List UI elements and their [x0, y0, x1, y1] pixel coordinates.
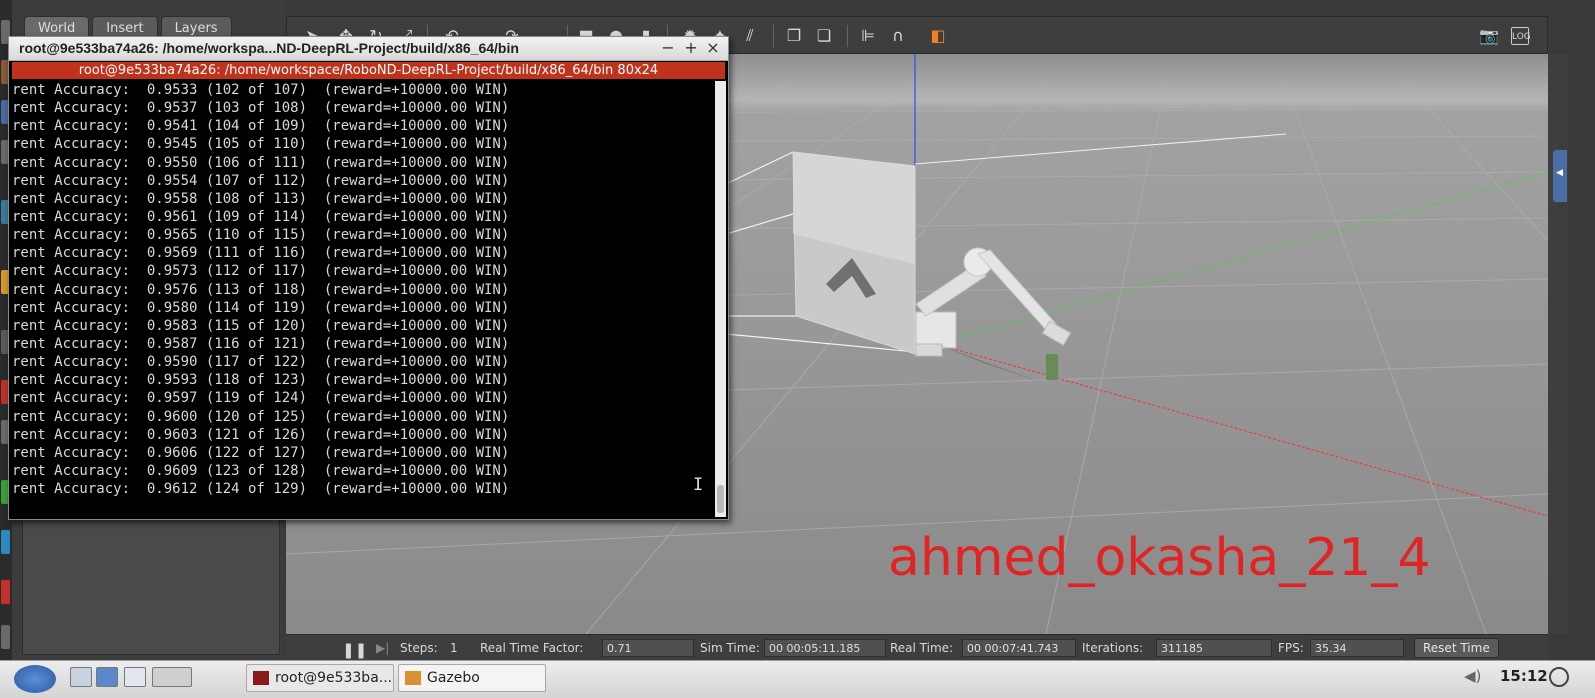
close-icon[interactable]: ×: [705, 38, 721, 57]
terminal-line: rent Accuracy: 0.9587 (116 of 121) (rewa…: [12, 335, 510, 352]
terminal-line: rent Accuracy: 0.9569 (111 of 116) (rewa…: [12, 245, 510, 262]
terminal-line: rent Accuracy: 0.9545 (105 of 110) (rewa…: [12, 136, 510, 153]
steps-label: Steps:: [400, 641, 438, 655]
terminal-line: rent Accuracy: 0.9593 (118 of 123) (rewa…: [12, 372, 510, 389]
terminal-line: rent Accuracy: 0.9600 (120 of 125) (rewa…: [12, 408, 510, 425]
terminal-line: rent Accuracy: 0.9554 (107 of 112) (rewa…: [12, 172, 510, 189]
terminal-line: rent Accuracy: 0.9612 (124 of 129) (rewa…: [12, 481, 510, 498]
iterations-label: Iterations:: [1082, 641, 1144, 655]
terminal-line: rent Accuracy: 0.9541 (104 of 109) (rewa…: [12, 118, 510, 135]
volume-icon[interactable]: ◀): [1464, 667, 1481, 685]
clock[interactable]: 15:12: [1500, 667, 1548, 685]
screenshot-icon[interactable]: 📷: [1479, 27, 1499, 45]
terminal-line: rent Accuracy: 0.9590 (117 of 122) (rewa…: [12, 354, 510, 371]
minimize-icon[interactable]: −: [660, 38, 676, 57]
watermark-text: ahmed_okasha_21_4: [888, 528, 1431, 588]
start-menu-icon[interactable]: [14, 665, 56, 693]
terminal-line: rent Accuracy: 0.9533 (102 of 107) (rewa…: [12, 82, 510, 98]
taskbar-terminal-label: root@9e533ba...: [275, 670, 393, 686]
pause-icon[interactable]: ❚❚: [342, 641, 367, 659]
desktop: World Insert Layers ➤ ✥ ↻ ⤢ ↶ ↷ ■ ● ▮ ✹ …: [0, 0, 1595, 698]
right-edge: [1568, 0, 1595, 660]
terminal-scrollbar[interactable]: [715, 81, 726, 517]
terminal-output[interactable]: rent Accuracy: 0.9533 (102 of 107) (rewa…: [12, 81, 712, 513]
fps-label: FPS:: [1278, 641, 1304, 655]
sim-time-value: 00 00:05:11.185: [764, 639, 886, 657]
workspace-switcher-icon[interactable]: [152, 667, 192, 687]
collapse-panel-tab[interactable]: ◀: [1553, 150, 1567, 202]
terminal-line: rent Accuracy: 0.9550 (106 of 111) (rewa…: [12, 154, 510, 171]
power-icon[interactable]: [1549, 667, 1569, 687]
right-panel-handle[interactable]: [1548, 54, 1568, 634]
real-time-label: Real Time:: [890, 641, 954, 655]
terminal-line: rent Accuracy: 0.9583 (115 of 120) (rewa…: [12, 317, 510, 334]
scrollbar-thumb[interactable]: [717, 485, 724, 513]
directional-light-icon[interactable]: ⫽: [741, 27, 759, 45]
fps-value: 35.34: [1310, 639, 1404, 657]
terminal-line: rent Accuracy: 0.9558 (108 of 113) (rewa…: [12, 190, 510, 207]
terminal-line: rent Accuracy: 0.9565 (110 of 115) (rewa…: [12, 227, 510, 244]
dock-item[interactable]: [1, 530, 10, 554]
file-manager-icon[interactable]: [70, 667, 92, 687]
terminal-title: root@9e533ba74a26: /home/workspa...ND-De…: [19, 40, 519, 56]
gazebo-status-bar: ❚❚ ▶| Steps: 1 Real Time Factor: 0.71 Si…: [286, 634, 1548, 660]
terminal-line: rent Accuracy: 0.9576 (113 of 118) (rewa…: [12, 281, 510, 298]
toolbar-separator: [847, 25, 848, 47]
terminal-line: rent Accuracy: 0.9580 (114 of 119) (rewa…: [12, 299, 510, 316]
reset-time-button[interactable]: Reset Time: [1414, 638, 1499, 658]
log-icon[interactable]: LOG: [1511, 27, 1531, 45]
text-cursor-icon: I: [693, 475, 704, 495]
copy-icon[interactable]: ❐: [785, 27, 803, 45]
terminal-icon: [253, 671, 269, 685]
dock-item[interactable]: [1, 625, 10, 649]
terminal-line: rent Accuracy: 0.9561 (109 of 114) (rewa…: [12, 208, 510, 225]
paste-icon[interactable]: ❏: [815, 27, 833, 45]
terminal-line: rent Accuracy: 0.9606 (122 of 127) (rewa…: [12, 444, 510, 461]
snap-icon[interactable]: ∩: [889, 27, 907, 45]
terminal-line: rent Accuracy: 0.9573 (112 of 117) (rewa…: [12, 263, 510, 280]
step-icon[interactable]: ▶|: [376, 641, 389, 655]
real-time-value: 00 00:07:41.743: [962, 639, 1076, 657]
terminal-line: rent Accuracy: 0.9537 (103 of 108) (rewa…: [12, 100, 510, 117]
terminal-titlebar[interactable]: root@9e533ba74a26: /home/workspa...ND-De…: [9, 37, 728, 61]
toolbar-separator: [773, 25, 774, 47]
steps-value: 1: [450, 641, 458, 655]
terminal-window[interactable]: root@9e533ba74a26: /home/workspa...ND-De…: [8, 36, 729, 520]
taskbar-gazebo-label: Gazebo: [427, 670, 480, 686]
color-icon[interactable]: ◧: [929, 27, 947, 45]
iterations-value: 311185: [1156, 639, 1272, 657]
taskbar: root@9e533ba... Gazebo ◀) 15:12: [0, 660, 1595, 698]
gazebo-icon: [405, 671, 421, 685]
show-desktop-icon[interactable]: [124, 667, 146, 687]
terminal-line: rent Accuracy: 0.9597 (119 of 124) (rewa…: [12, 390, 510, 407]
terminal-line: rent Accuracy: 0.9609 (123 of 128) (rewa…: [12, 462, 510, 479]
rtf-label: Real Time Factor:: [480, 641, 584, 655]
sim-time-label: Sim Time:: [700, 641, 760, 655]
browser-icon[interactable]: [96, 667, 118, 687]
rtf-value: 0.71: [602, 639, 694, 657]
taskbar-terminal-button[interactable]: root@9e533ba...: [246, 664, 394, 692]
taskbar-gazebo-button[interactable]: Gazebo: [398, 664, 546, 692]
align-icon[interactable]: ⊫: [859, 27, 877, 45]
maximize-icon[interactable]: +: [683, 38, 699, 57]
terminal-line: rent Accuracy: 0.9603 (121 of 126) (rewa…: [12, 426, 510, 443]
terminal-tab-bar[interactable]: root@9e533ba74a26: /home/workspace/RoboN…: [12, 62, 725, 79]
terminal-tab-title: root@9e533ba74a26: /home/workspace/RoboN…: [78, 63, 659, 78]
dock-item[interactable]: [1, 580, 10, 604]
